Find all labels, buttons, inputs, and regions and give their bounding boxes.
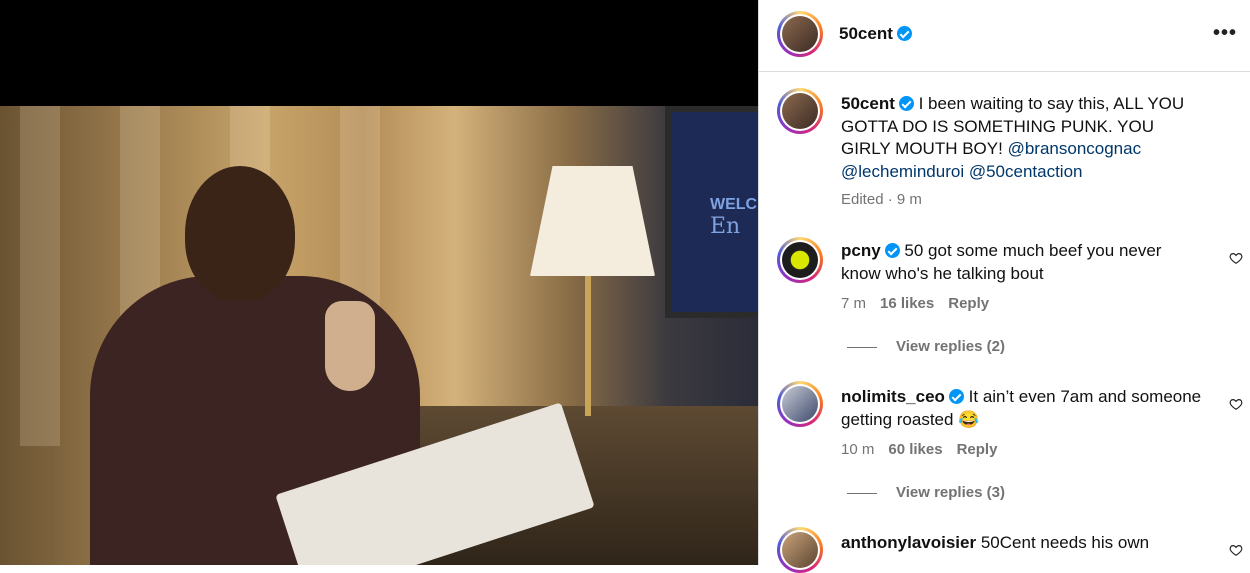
author-avatar[interactable] bbox=[777, 11, 823, 57]
post-caption: 50cent I been waiting to say this, ALL Y… bbox=[841, 93, 1205, 183]
comment-time: 10 m bbox=[841, 441, 875, 458]
verified-badge-icon bbox=[948, 389, 964, 404]
reply-button[interactable]: Reply bbox=[948, 295, 989, 312]
comment-item: nolimits_ceo It ain’t even 7am and someo… bbox=[841, 386, 1205, 431]
caption-meta: Edited · 9 m bbox=[841, 191, 922, 208]
comment-username[interactable]: nolimits_ceo bbox=[841, 387, 945, 406]
post-media[interactable]: WELC En bbox=[0, 0, 758, 565]
comment-avatar[interactable] bbox=[777, 237, 823, 283]
comment-likes[interactable]: 60 likes bbox=[888, 441, 942, 458]
post-photo: WELC En bbox=[0, 106, 758, 565]
view-replies-button[interactable]: View replies (3) bbox=[847, 484, 1005, 501]
header-username[interactable]: 50cent bbox=[839, 24, 893, 43]
photo-wine-glass bbox=[325, 301, 375, 391]
comment-avatar[interactable] bbox=[777, 381, 823, 427]
comment-likes[interactable]: 16 likes bbox=[880, 295, 934, 312]
verified-badge-icon bbox=[884, 243, 900, 258]
mention-link[interactable]: @lecheminduroi bbox=[841, 162, 964, 181]
comment-text: 50Cent needs his own bbox=[980, 533, 1150, 552]
caption-username[interactable]: 50cent bbox=[841, 94, 895, 113]
like-heart-icon[interactable] bbox=[1229, 397, 1243, 411]
mention-link[interactable]: @bransoncognac bbox=[1008, 139, 1142, 158]
verified-badge-icon bbox=[898, 96, 914, 111]
comment-meta: 7 m 16 likes Reply bbox=[841, 295, 989, 312]
comment-item: anthonylavoisier 50Cent needs his own bbox=[841, 532, 1205, 555]
caption-avatar[interactable] bbox=[777, 88, 823, 134]
photo-lamp bbox=[530, 166, 655, 276]
like-heart-icon[interactable] bbox=[1229, 251, 1243, 265]
photo-lamp-stem bbox=[585, 276, 591, 416]
header-author[interactable]: 50cent bbox=[839, 24, 912, 44]
comment-meta: 10 m 60 likes Reply bbox=[841, 441, 997, 458]
comment-item: pcny 50 got some much beef you never kno… bbox=[841, 240, 1205, 285]
comment-username[interactable]: anthonylavoisier bbox=[841, 533, 976, 552]
post-panel: 50cent ••• 50cent I been waiting to say … bbox=[758, 0, 1250, 573]
more-options-icon[interactable]: ••• bbox=[1213, 22, 1237, 45]
view-replies-button[interactable]: View replies (2) bbox=[847, 338, 1005, 355]
comment-avatar[interactable] bbox=[777, 527, 823, 573]
curtain-stripe bbox=[20, 106, 60, 446]
verified-badge-icon bbox=[896, 26, 912, 41]
photo-tv-text: WELC En bbox=[710, 196, 758, 239]
comment-time: 7 m bbox=[841, 295, 867, 312]
post-header: 50cent ••• bbox=[759, 0, 1250, 72]
mention-link[interactable]: @50centaction bbox=[969, 162, 1083, 181]
like-heart-icon[interactable] bbox=[1229, 543, 1243, 557]
photo-person-head bbox=[185, 166, 295, 301]
comment-username[interactable]: pcny bbox=[841, 241, 881, 260]
reply-button[interactable]: Reply bbox=[957, 441, 998, 458]
